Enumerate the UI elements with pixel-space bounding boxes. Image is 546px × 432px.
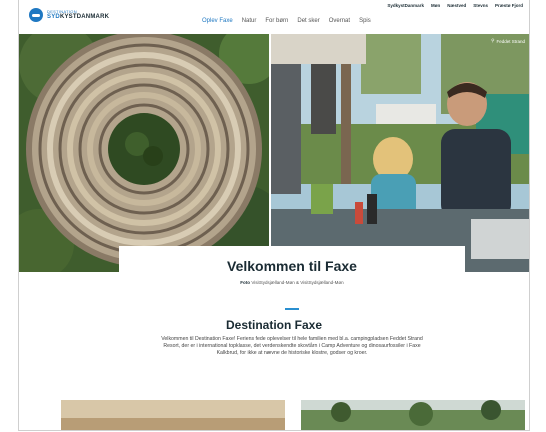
logo-icon: [29, 8, 43, 22]
nav-det-sker[interactable]: Det sker: [297, 18, 319, 24]
nav-for-boern[interactable]: For børn: [265, 18, 288, 24]
nav-oplev-faxe[interactable]: Oplev Faxe: [202, 18, 233, 24]
util-nav-moen[interactable]: Møn: [431, 3, 440, 8]
intro-text: Velkommen til Destination Faxe! Feriens …: [161, 336, 423, 356]
hero-image-family-camping: ⚲ Feddet Strand: [271, 34, 529, 272]
site-logo[interactable]: DESTINATION SYDKYSTDANMARK: [29, 6, 129, 24]
section-title: Destination Faxe: [225, 318, 323, 332]
util-nav-sydkystdanmark[interactable]: SydkystDanmark: [387, 3, 424, 8]
util-nav-stevns[interactable]: Stevns: [473, 3, 488, 8]
card-image-landscape: [61, 400, 285, 430]
location-pin-icon: ⚲: [491, 38, 495, 43]
main-nav: Oplev Faxe Natur For børn Det sker Overn…: [202, 18, 371, 24]
page-title: Velkommen til Faxe: [227, 258, 357, 274]
family-camping-illustration: [271, 34, 529, 272]
image-caption: ⚲ Feddet Strand: [491, 38, 525, 44]
welcome-box: Velkommen til Faxe Foto VisitSydsjælland…: [119, 246, 465, 294]
util-nav-naestved[interactable]: Næstved: [447, 3, 466, 8]
photo-credit: Foto VisitSydsjælland-Møn & VisitSydsjæl…: [240, 280, 344, 285]
utility-nav: SydkystDanmark Møn Næstved Stevns Præstø…: [387, 3, 523, 8]
util-nav-praestoe-fjord[interactable]: Præstø Fjord: [495, 3, 523, 8]
logo-big-text: SYDKYSTDANMARK: [47, 14, 110, 20]
hero: ⚲ Feddet Strand: [19, 34, 529, 272]
treetop-tower-illustration: [19, 34, 269, 272]
nav-overnat[interactable]: Overnat: [329, 18, 350, 24]
nav-spis[interactable]: Spis: [359, 18, 371, 24]
accent-divider: [285, 308, 299, 310]
hero-image-treetop-tower: [19, 34, 269, 272]
nav-natur[interactable]: Natur: [242, 18, 257, 24]
card-image-forest: [301, 400, 525, 430]
teaser-card-2[interactable]: [301, 400, 525, 430]
teaser-card-1[interactable]: [61, 400, 285, 430]
page: DESTINATION SYDKYSTDANMARK SydkystDanmar…: [18, 0, 530, 431]
